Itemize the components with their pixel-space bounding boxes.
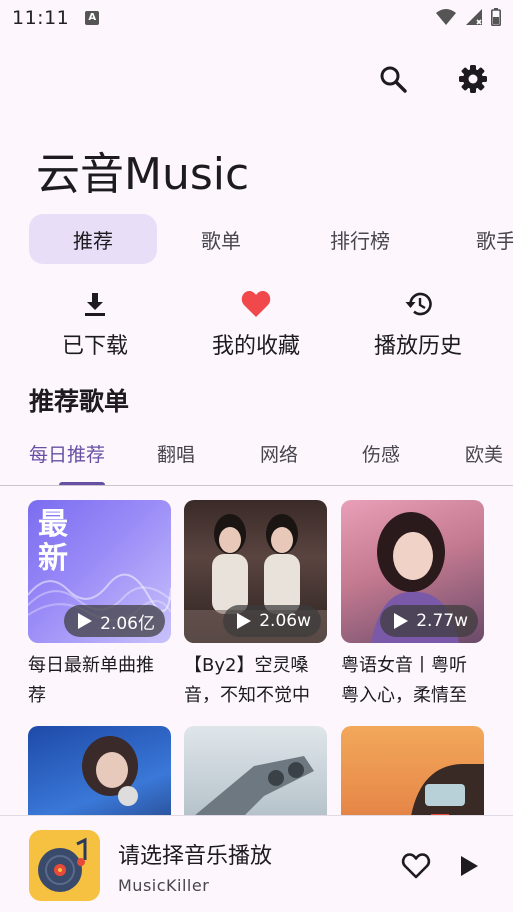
playlist-card[interactable]: 2.77w 粤语女音丨粤听粤入心，柔情至 (341, 500, 484, 711)
heart-icon (240, 288, 272, 320)
search-button[interactable] (376, 62, 410, 96)
history-button[interactable]: 播放历史 (367, 288, 469, 360)
notification-a-icon: A (85, 11, 100, 25)
playlist-cover: 2.77w (341, 500, 484, 643)
cover-text: 最新 (38, 507, 68, 576)
vinyl-icon (38, 837, 87, 892)
app-title: 云音Music (36, 149, 250, 200)
mini-player[interactable]: 请选择音乐播放 MusicKiller (0, 815, 513, 912)
play-count-badge: 2.06w (223, 605, 321, 637)
dj-photo (82, 736, 138, 806)
playlist-cover (28, 726, 171, 815)
tab-sad[interactable]: 伤感 (362, 440, 400, 467)
play-icon (237, 613, 252, 629)
settings-button[interactable] (456, 62, 490, 96)
play-count: 2.06w (259, 611, 311, 631)
playlist-card[interactable] (184, 726, 327, 815)
playlist-cover (184, 726, 327, 815)
tab-cover[interactable]: 翻唱 (157, 440, 195, 467)
playlist-cover (341, 726, 484, 815)
heart-outline-icon (401, 853, 431, 879)
jet-photo (195, 756, 314, 815)
battery-icon (491, 8, 501, 26)
tab-western[interactable]: 欧美 (465, 440, 503, 467)
player-title: 请选择音乐播放 (118, 844, 273, 869)
tab-singers[interactable]: 歌手 (476, 214, 513, 264)
play-icon (394, 613, 409, 629)
tab-recommend[interactable]: 推荐 (29, 214, 157, 264)
playlist-category-tabs: 每日推荐 翻唱 网络 伤感 欧美 (0, 430, 513, 486)
tab-daily[interactable]: 每日推荐 (29, 440, 105, 467)
playlist-grid: 最新 2.06亿 每日最新单曲推荐 2.06w 【By2】空灵嗓音，不知不觉中 … (0, 487, 513, 815)
favorites-label: 我的收藏 (211, 334, 300, 359)
play-count-badge: 2.77w (380, 605, 478, 637)
search-icon (380, 66, 407, 93)
tab-charts[interactable]: 排行榜 (318, 214, 402, 264)
main-tabs: 推荐 歌单 排行榜 歌手 (0, 212, 513, 266)
play-icon (78, 613, 93, 629)
history-icon (402, 288, 434, 320)
playlist-cover: 最新 2.06亿 (28, 500, 171, 643)
downloaded-button[interactable]: 已下载 (55, 288, 135, 360)
car-photo (411, 764, 484, 815)
playlist-title: 每日最新单曲推荐 (28, 655, 154, 706)
play-button[interactable] (452, 849, 486, 883)
download-icon (79, 288, 111, 320)
gear-icon (459, 65, 487, 93)
tab-internet[interactable]: 网络 (260, 440, 298, 467)
status-icons (435, 8, 501, 26)
player-album-art[interactable] (29, 830, 100, 901)
quick-actions: 已下载 我的收藏 播放历史 (0, 288, 513, 360)
status-bar: 11:11 A (0, 0, 513, 36)
player-subtitle: MusicKiller (118, 876, 210, 895)
playlist-card[interactable] (341, 726, 484, 815)
playlist-card[interactable]: 最新 2.06亿 每日最新单曲推荐 (28, 500, 171, 711)
section-title: 推荐歌单 (29, 387, 130, 416)
tab-indicator (59, 482, 105, 485)
play-icon (461, 856, 478, 876)
playlist-card[interactable]: 2.06w 【By2】空灵嗓音，不知不觉中 (184, 500, 327, 711)
downloaded-label: 已下载 (61, 334, 128, 359)
playlist-cover: 2.06w (184, 500, 327, 643)
playlist-card[interactable] (28, 726, 171, 815)
play-count: 2.06亿 (100, 613, 155, 634)
wifi-icon (436, 9, 456, 25)
history-label: 播放历史 (373, 334, 462, 359)
favorites-button[interactable]: 我的收藏 (205, 288, 307, 360)
playlist-title: 粤语女音丨粤听粤入心，柔情至 (341, 655, 467, 706)
play-count: 2.77w (416, 611, 468, 631)
favorite-button[interactable] (399, 849, 433, 883)
status-time: 11:11 (12, 7, 70, 29)
playlist-title: 【By2】空灵嗓音，不知不觉中 (184, 655, 310, 706)
play-count-badge: 2.06亿 (64, 605, 165, 637)
tab-playlists[interactable]: 歌单 (186, 214, 256, 264)
signal-icon (466, 9, 482, 25)
